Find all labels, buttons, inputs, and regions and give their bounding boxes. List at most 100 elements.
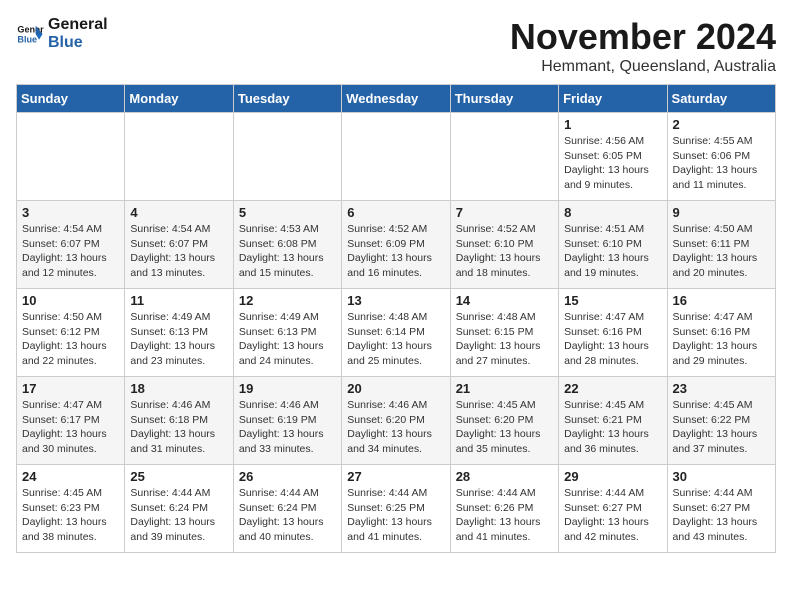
day-info: Sunrise: 4:45 AM Sunset: 6:22 PM Dayligh… [673, 398, 770, 457]
day-number: 9 [673, 205, 770, 220]
day-info: Sunrise: 4:44 AM Sunset: 6:24 PM Dayligh… [239, 486, 336, 545]
day-info: Sunrise: 4:46 AM Sunset: 6:18 PM Dayligh… [130, 398, 227, 457]
day-cell: 30 Sunrise: 4:44 AM Sunset: 6:27 PM Dayli… [667, 465, 775, 553]
day-info: Sunrise: 4:45 AM Sunset: 6:20 PM Dayligh… [456, 398, 553, 457]
day-number: 30 [673, 469, 770, 484]
day-cell: 18 Sunrise: 4:46 AM Sunset: 6:18 PM Dayli… [125, 377, 233, 465]
day-cell: 9 Sunrise: 4:50 AM Sunset: 6:11 PM Daylig… [667, 201, 775, 289]
day-info: Sunrise: 4:50 AM Sunset: 6:11 PM Dayligh… [673, 222, 770, 281]
header: General Blue General Blue November 2024 … [16, 16, 776, 76]
day-number: 4 [130, 205, 227, 220]
day-info: Sunrise: 4:46 AM Sunset: 6:19 PM Dayligh… [239, 398, 336, 457]
day-info: Sunrise: 4:44 AM Sunset: 6:25 PM Dayligh… [347, 486, 444, 545]
day-number: 27 [347, 469, 444, 484]
day-cell: 19 Sunrise: 4:46 AM Sunset: 6:19 PM Dayli… [233, 377, 341, 465]
day-cell: 8 Sunrise: 4:51 AM Sunset: 6:10 PM Daylig… [559, 201, 667, 289]
day-number: 11 [130, 293, 227, 308]
day-number: 6 [347, 205, 444, 220]
day-cell: 11 Sunrise: 4:49 AM Sunset: 6:13 PM Dayli… [125, 289, 233, 377]
day-cell: 16Sunrise: 4:47 AM Sunset: 6:16 PM Dayli… [667, 289, 775, 377]
day-cell: 23Sunrise: 4:45 AM Sunset: 6:22 PM Dayli… [667, 377, 775, 465]
day-number: 3 [22, 205, 119, 220]
svg-text:Blue: Blue [17, 34, 37, 44]
day-info: Sunrise: 4:45 AM Sunset: 6:23 PM Dayligh… [22, 486, 119, 545]
day-info: Sunrise: 4:52 AM Sunset: 6:09 PM Dayligh… [347, 222, 444, 281]
day-number: 19 [239, 381, 336, 396]
day-cell: 5Sunrise: 4:53 AM Sunset: 6:08 PM Daylig… [233, 201, 341, 289]
logo-line1: General [48, 16, 108, 34]
day-info: Sunrise: 4:44 AM Sunset: 6:27 PM Dayligh… [673, 486, 770, 545]
logo-icon: General Blue [16, 20, 44, 48]
day-info: Sunrise: 4:45 AM Sunset: 6:21 PM Dayligh… [564, 398, 661, 457]
month-title: November 2024 [510, 16, 776, 58]
day-info: Sunrise: 4:49 AM Sunset: 6:13 PM Dayligh… [130, 310, 227, 369]
header-monday: Monday [125, 85, 233, 113]
day-cell: 29 Sunrise: 4:44 AM Sunset: 6:27 PM Dayli… [559, 465, 667, 553]
day-cell: 6 Sunrise: 4:52 AM Sunset: 6:09 PM Daylig… [342, 201, 450, 289]
logo: General Blue General Blue [16, 16, 108, 51]
day-cell: 28Sunrise: 4:44 AM Sunset: 6:26 PM Dayli… [450, 465, 558, 553]
day-number: 18 [130, 381, 227, 396]
day-info: Sunrise: 4:55 AM Sunset: 6:06 PM Dayligh… [673, 134, 770, 193]
day-info: Sunrise: 4:54 AM Sunset: 6:07 PM Dayligh… [130, 222, 227, 281]
day-cell: 12Sunrise: 4:49 AM Sunset: 6:13 PM Dayli… [233, 289, 341, 377]
day-number: 12 [239, 293, 336, 308]
day-cell: 26 Sunrise: 4:44 AM Sunset: 6:24 PM Dayli… [233, 465, 341, 553]
day-number: 8 [564, 205, 661, 220]
day-number: 25 [130, 469, 227, 484]
day-info: Sunrise: 4:44 AM Sunset: 6:24 PM Dayligh… [130, 486, 227, 545]
day-info: Sunrise: 4:47 AM Sunset: 6:16 PM Dayligh… [673, 310, 770, 369]
day-cell: 24 Sunrise: 4:45 AM Sunset: 6:23 PM Dayli… [17, 465, 125, 553]
day-cell [450, 113, 558, 201]
day-info: Sunrise: 4:50 AM Sunset: 6:12 PM Dayligh… [22, 310, 119, 369]
day-number: 26 [239, 469, 336, 484]
day-cell: 25 Sunrise: 4:44 AM Sunset: 6:24 PM Dayli… [125, 465, 233, 553]
week-row-4: 24 Sunrise: 4:45 AM Sunset: 6:23 PM Dayli… [17, 465, 776, 553]
header-thursday: Thursday [450, 85, 558, 113]
day-number: 21 [456, 381, 553, 396]
day-info: Sunrise: 4:48 AM Sunset: 6:15 PM Dayligh… [456, 310, 553, 369]
day-number: 29 [564, 469, 661, 484]
day-cell: 2 Sunrise: 4:55 AM Sunset: 6:06 PM Daylig… [667, 113, 775, 201]
day-cell: 17Sunrise: 4:47 AM Sunset: 6:17 PM Dayli… [17, 377, 125, 465]
day-cell: 13Sunrise: 4:48 AM Sunset: 6:14 PM Dayli… [342, 289, 450, 377]
day-number: 10 [22, 293, 119, 308]
week-row-0: 1 Sunrise: 4:56 AM Sunset: 6:05 PM Daylig… [17, 113, 776, 201]
header-friday: Friday [559, 85, 667, 113]
day-number: 24 [22, 469, 119, 484]
week-row-1: 3 Sunrise: 4:54 AM Sunset: 6:07 PM Daylig… [17, 201, 776, 289]
day-cell [17, 113, 125, 201]
day-cell: 1 Sunrise: 4:56 AM Sunset: 6:05 PM Daylig… [559, 113, 667, 201]
day-cell: 20Sunrise: 4:46 AM Sunset: 6:20 PM Dayli… [342, 377, 450, 465]
day-info: Sunrise: 4:47 AM Sunset: 6:16 PM Dayligh… [564, 310, 661, 369]
header-saturday: Saturday [667, 85, 775, 113]
day-number: 22 [564, 381, 661, 396]
calendar-header-row: SundayMondayTuesdayWednesdayThursdayFrid… [17, 85, 776, 113]
day-number: 1 [564, 117, 661, 132]
day-info: Sunrise: 4:44 AM Sunset: 6:26 PM Dayligh… [456, 486, 553, 545]
day-cell [125, 113, 233, 201]
day-info: Sunrise: 4:51 AM Sunset: 6:10 PM Dayligh… [564, 222, 661, 281]
day-number: 15 [564, 293, 661, 308]
day-number: 14 [456, 293, 553, 308]
day-number: 20 [347, 381, 444, 396]
day-cell: 15 Sunrise: 4:47 AM Sunset: 6:16 PM Dayli… [559, 289, 667, 377]
day-number: 17 [22, 381, 119, 396]
header-tuesday: Tuesday [233, 85, 341, 113]
day-cell: 10 Sunrise: 4:50 AM Sunset: 6:12 PM Dayli… [17, 289, 125, 377]
day-cell [342, 113, 450, 201]
day-cell: 27 Sunrise: 4:44 AM Sunset: 6:25 PM Dayli… [342, 465, 450, 553]
day-info: Sunrise: 4:48 AM Sunset: 6:14 PM Dayligh… [347, 310, 444, 369]
day-info: Sunrise: 4:53 AM Sunset: 6:08 PM Dayligh… [239, 222, 336, 281]
day-info: Sunrise: 4:54 AM Sunset: 6:07 PM Dayligh… [22, 222, 119, 281]
calendar: SundayMondayTuesdayWednesdayThursdayFrid… [16, 84, 776, 553]
subtitle: Hemmant, Queensland, Australia [510, 58, 776, 76]
day-cell: 7Sunrise: 4:52 AM Sunset: 6:10 PM Daylig… [450, 201, 558, 289]
logo-line2: Blue [48, 34, 108, 52]
day-number: 2 [673, 117, 770, 132]
header-sunday: Sunday [17, 85, 125, 113]
day-info: Sunrise: 4:44 AM Sunset: 6:27 PM Dayligh… [564, 486, 661, 545]
day-info: Sunrise: 4:56 AM Sunset: 6:05 PM Dayligh… [564, 134, 661, 193]
week-row-2: 10 Sunrise: 4:50 AM Sunset: 6:12 PM Dayli… [17, 289, 776, 377]
week-row-3: 17Sunrise: 4:47 AM Sunset: 6:17 PM Dayli… [17, 377, 776, 465]
